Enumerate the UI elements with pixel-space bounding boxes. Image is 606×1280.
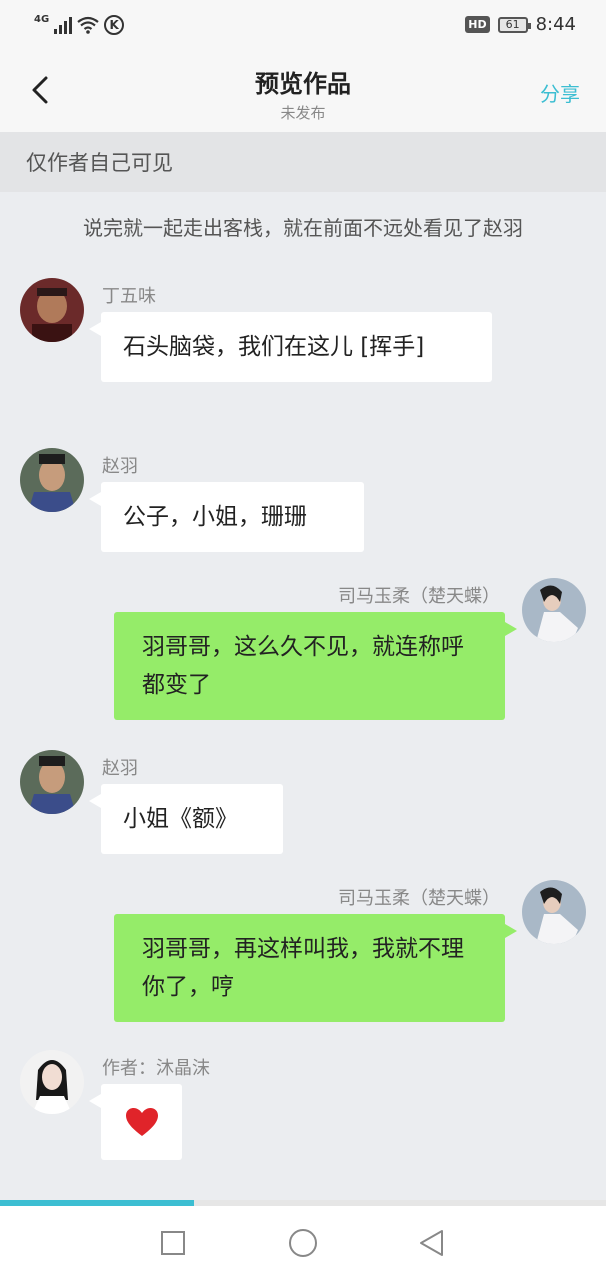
square-icon [161,1231,185,1255]
recent-apps-button[interactable] [158,1228,188,1258]
message-bubble[interactable]: 石头脑袋，我们在这儿 [挥手] [89,312,492,382]
triangle-back-icon [420,1230,443,1256]
privacy-notice: 仅作者自己可见 [0,132,606,192]
heart-icon [125,1108,158,1136]
avatar[interactable] [20,750,84,814]
status-left: 4G K [34,13,125,36]
sender-name: 司马玉柔（楚天蝶） [338,888,500,909]
avatar[interactable] [20,278,84,342]
avatar[interactable] [20,448,84,512]
k-icon: K [104,15,125,35]
hd-badge: HD [465,16,490,33]
sender-name: 赵羽 [102,758,138,779]
battery-level: 61 [505,18,520,31]
narration-text: 说完就一起走出客栈，就在前面不远处看见了赵羽 [83,216,523,240]
header: 预览作品 未发布 分享 [0,52,606,132]
message-bubble[interactable]: 小姐《额》 [89,784,283,854]
page-title: 预览作品 [255,70,351,98]
avatar[interactable] [20,1050,84,1114]
sender-name: 赵羽 [102,456,138,477]
message-bubble[interactable]: 羽哥哥，这么久不见，就连称呼都变了 [114,612,517,720]
chat-area[interactable]: 说完就一起走出客栈，就在前面不远处看见了赵羽 丁五味 石头脑袋，我们在这儿 [挥… [0,192,606,1200]
page-subtitle: 未发布 [280,104,326,122]
sender-name: 作者：沐晶沫 [102,1058,210,1079]
avatar[interactable] [522,578,586,642]
battery-icon: 61 [497,16,531,33]
sender-name: 司马玉柔（楚天蝶） [338,586,500,607]
wifi-icon [77,16,99,34]
network-type: 4G [34,13,50,25]
share-button[interactable]: 分享 [540,78,580,107]
message-bubble[interactable] [89,1084,182,1160]
back-nav-button[interactable] [416,1228,446,1258]
status-right: HD 61 8:44 [465,14,576,35]
status-bar: 4G K HD 61 8:44 [0,0,606,52]
home-button[interactable] [288,1228,318,1258]
circle-icon [289,1229,317,1257]
message-bubble[interactable]: 羽哥哥，再这样叫我，我就不理你了，哼 [114,914,517,1022]
sender-name: 丁五味 [102,286,156,307]
signal-icon [54,16,73,34]
clock: 8:44 [535,14,576,35]
system-nav-bar [0,1206,606,1280]
message-bubble[interactable]: 公子，小姐，珊珊 [89,482,364,552]
avatar[interactable] [522,880,586,944]
